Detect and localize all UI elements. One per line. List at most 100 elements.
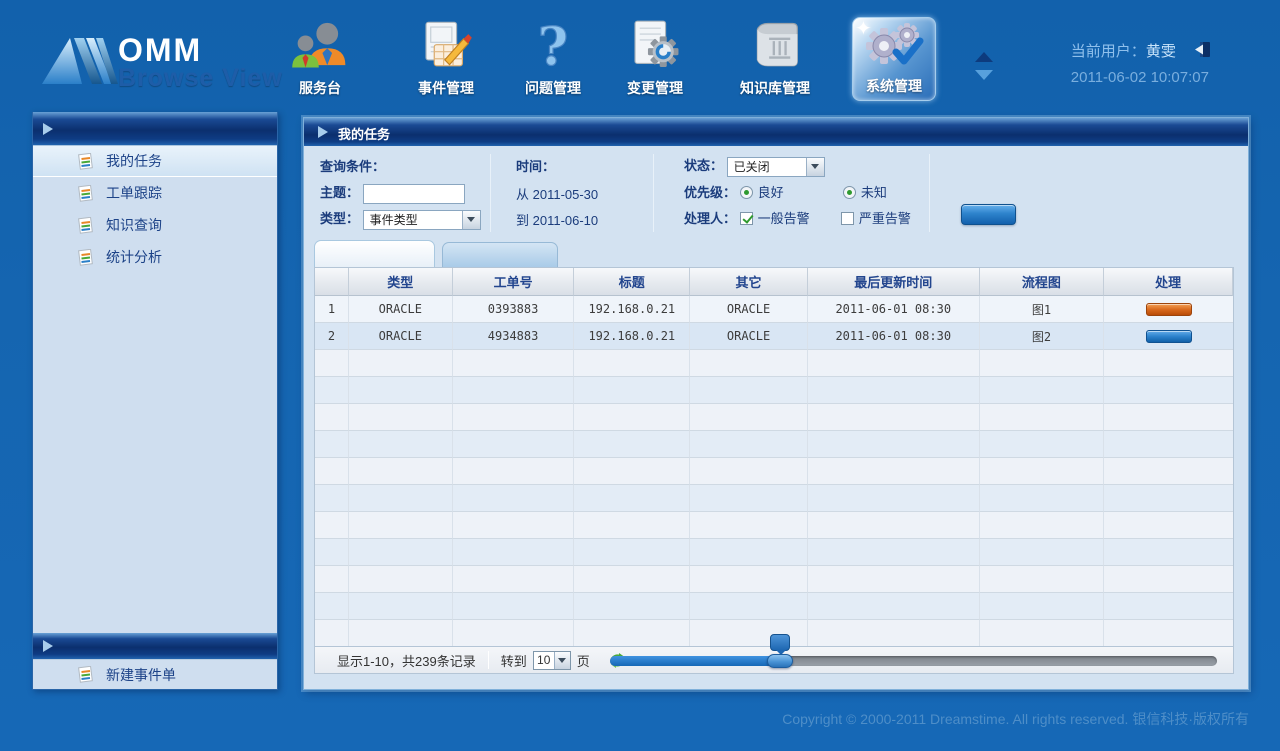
- task-doc-icon: [77, 666, 94, 683]
- filter-divider: [653, 154, 654, 232]
- cell-other: ORACLE: [690, 323, 808, 350]
- cell-title: 192.168.0.21: [574, 323, 690, 350]
- table-empty-rows: [315, 350, 1233, 647]
- divider: [488, 651, 489, 669]
- chevron-down-icon: [975, 70, 993, 80]
- column-header-flowchart[interactable]: 流程图: [980, 268, 1105, 296]
- task-doc-icon: [77, 153, 94, 170]
- handler-checkbox-severe-alarm[interactable]: [841, 212, 854, 225]
- service-desk-icon: [291, 18, 349, 76]
- cell-title: 192.168.0.21: [574, 296, 690, 323]
- problem-management-icon: ?: [528, 18, 578, 76]
- nav-label: 服务台: [272, 78, 368, 98]
- type-select[interactable]: 事件类型: [363, 210, 481, 230]
- column-header-action[interactable]: 处理: [1104, 268, 1233, 296]
- nav-item-change-management[interactable]: 变更管理: [607, 18, 703, 104]
- incident-management-icon: [419, 18, 473, 76]
- nav-item-knowledge-base-management[interactable]: 知识库管理: [727, 18, 823, 104]
- sidebar-item-knowledge-query[interactable]: 知识查询: [33, 209, 277, 241]
- arrow-right-icon: [318, 126, 328, 138]
- cell-type: ORACLE: [349, 296, 453, 323]
- handler-option-label: 严重告警: [859, 211, 911, 226]
- flowchart-link[interactable]: 图1: [1032, 301, 1051, 318]
- logout-icon[interactable]: [1194, 41, 1212, 58]
- column-header-other[interactable]: 其它: [690, 268, 808, 296]
- sidebar-spacer: [33, 273, 277, 633]
- priority-label: 优先级：: [684, 185, 736, 200]
- nav-item-system-management[interactable]: ✦ 系统管理: [852, 17, 936, 101]
- cell-index: 1: [315, 296, 349, 323]
- table-row-empty: [315, 485, 1233, 512]
- logo-subtitle: Browse View: [118, 64, 283, 93]
- column-header-order-no[interactable]: 工单号: [453, 268, 575, 296]
- sidebar-item-label: 统计分析: [106, 247, 162, 267]
- cell-updated: 2011-06-01 08:30: [808, 323, 980, 350]
- cell-type: ORACLE: [349, 323, 453, 350]
- page-title: 我的任务: [338, 124, 390, 143]
- sidebar-item-label: 新建事件单: [106, 665, 176, 685]
- knowledge-base-icon: [748, 18, 802, 76]
- subject-input[interactable]: [363, 184, 465, 204]
- top-header: OMM Browse View 服务台: [0, 0, 1280, 112]
- copyright-text: Copyright © 2000-2011 Dreamstime. All ri…: [782, 709, 1249, 729]
- cell-updated: 2011-06-01 08:30: [808, 296, 980, 323]
- cell-order-no: 0393883: [453, 296, 575, 323]
- task-doc-icon: [77, 249, 94, 266]
- sidebar-footer-bar: [33, 633, 277, 659]
- table-row-empty: [315, 512, 1233, 539]
- filter-divider: [929, 154, 930, 232]
- pagination-slider-fill: [610, 656, 780, 666]
- column-header-index[interactable]: [315, 268, 349, 296]
- sidebar-header-bar: [33, 112, 277, 145]
- status-select[interactable]: 已关闭: [727, 157, 825, 177]
- tab-results-1[interactable]: [314, 240, 435, 267]
- priority-radio-unknown[interactable]: [843, 186, 856, 199]
- row-action-button[interactable]: [1146, 330, 1192, 343]
- table-row-empty: [315, 431, 1233, 458]
- nav-label: 问题管理: [505, 78, 601, 98]
- dropdown-arrow-icon: [554, 652, 570, 669]
- goto-label: 转到: [501, 651, 527, 670]
- dropdown-arrow-icon: [462, 211, 480, 229]
- nav-expand-arrows[interactable]: [972, 52, 996, 88]
- time-title: 时间：: [516, 156, 555, 175]
- record-summary: 显示1-10，共239条记录: [337, 651, 476, 670]
- row-action-button[interactable]: [1146, 303, 1192, 316]
- pagination-slider-thumb[interactable]: [767, 654, 793, 668]
- subject-label: 主题：: [320, 185, 359, 200]
- sidebar-item-new-incident[interactable]: 新建事件单: [33, 659, 277, 689]
- svg-text:?: ?: [538, 18, 569, 76]
- status-label: 状态：: [684, 158, 723, 173]
- nav-item-problem-management[interactable]: ? 问题管理: [505, 18, 601, 104]
- table-row[interactable]: 1 ORACLE 0393883 192.168.0.21 ORACLE 201…: [315, 296, 1233, 323]
- sidebar: 我的任务 工单跟踪 知识查询: [32, 112, 278, 690]
- sidebar-item-statistics[interactable]: 统计分析: [33, 241, 277, 273]
- sidebar-item-label: 工单跟踪: [106, 183, 162, 203]
- tab-results-2[interactable]: [442, 242, 558, 267]
- search-button[interactable]: [961, 204, 1016, 225]
- nav-item-service-desk[interactable]: 服务台: [272, 18, 368, 104]
- task-doc-icon: [77, 185, 94, 202]
- table-row[interactable]: 2 ORACLE 4934883 192.168.0.21 ORACLE 201…: [315, 323, 1233, 350]
- nav-item-incident-management[interactable]: 事件管理: [398, 18, 494, 104]
- column-header-title[interactable]: 标题: [574, 268, 690, 296]
- table-row-empty: [315, 458, 1233, 485]
- page-select-value: 10: [534, 653, 554, 667]
- chevron-up-icon: [975, 52, 993, 62]
- table-row-empty: [315, 350, 1233, 377]
- logo-triangle-icon: [40, 28, 118, 90]
- pagination-slider-track[interactable]: [610, 656, 1217, 666]
- flowchart-link[interactable]: 图2: [1032, 328, 1051, 345]
- page-select[interactable]: 10: [533, 651, 571, 670]
- column-header-updated[interactable]: 最后更新时间: [808, 268, 980, 296]
- priority-radio-good[interactable]: [740, 186, 753, 199]
- sidebar-item-ticket-tracking[interactable]: 工单跟踪: [33, 177, 277, 209]
- handler-option-label: 一般告警: [758, 211, 810, 226]
- column-header-type[interactable]: 类型: [349, 268, 453, 296]
- main-panel: 我的任务 查询条件： 主题： 类型： 事件类型 时间：: [303, 117, 1249, 690]
- filter-area: 查询条件： 主题： 类型： 事件类型 时间： 从 2011-05-30 到 20…: [304, 146, 1248, 240]
- time-from: 从 2011-05-30: [516, 184, 598, 203]
- handler-checkbox-general-alarm[interactable]: [740, 212, 753, 225]
- cell-order-no: 4934883: [453, 323, 575, 350]
- sidebar-item-my-tasks[interactable]: 我的任务: [33, 145, 277, 177]
